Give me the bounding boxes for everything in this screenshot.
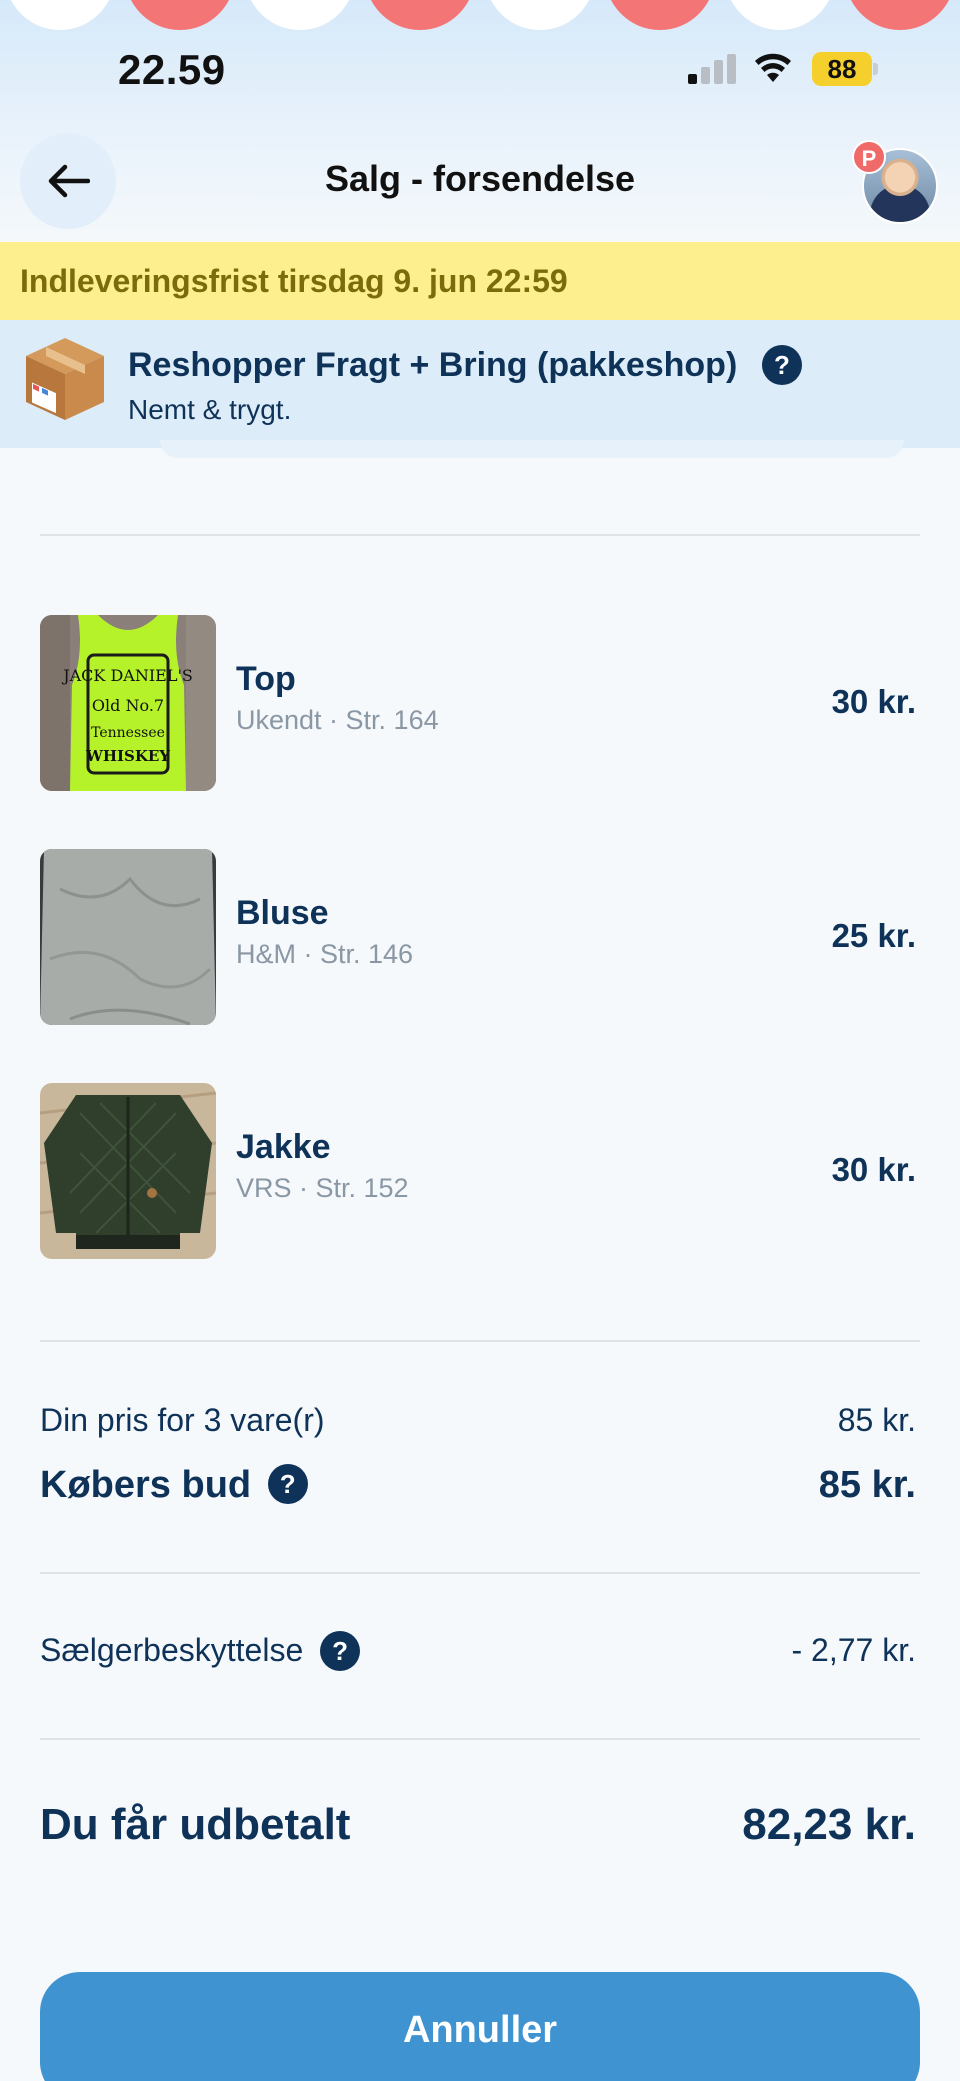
battery-level: 88 [812, 52, 872, 86]
shipping-card-tab [160, 440, 904, 458]
profile-avatar[interactable]: P [852, 140, 938, 226]
wifi-icon [752, 50, 794, 84]
item-brand-size: Ukendt · Str. 164 [236, 705, 439, 735]
item-name: Jakke [236, 1128, 331, 1166]
question-mark-icon: ? [762, 345, 802, 385]
shipping-title: Reshopper Fragt + Bring (pakkeshop) [128, 346, 738, 384]
your-price-label: Din pris for 3 vare(r) [40, 1402, 325, 1438]
payout-value: 82,23 kr. [742, 1800, 916, 1849]
list-item[interactable]: JACK DANIEL'S Old No.7 Tennessee WHISKEY… [40, 615, 920, 791]
buyer-bid-value: 85 kr. [818, 1464, 916, 1506]
buyer-bid-label: Købers bud [40, 1464, 252, 1506]
navigation-bar: Salg - forsendelse P [0, 130, 960, 230]
buyer-bid-row: Købers bud ? 85 kr. [40, 1463, 920, 1520]
item-price: 30 kr. [831, 683, 916, 720]
item-thumbnail-top: JACK DANIEL'S Old No.7 Tennessee WHISKEY [40, 615, 216, 791]
your-price-row: Din pris for 3 vare(r) 85 kr. [40, 1402, 920, 1446]
decorative-circles [0, 0, 960, 30]
item-thumbnail-bluse [40, 849, 216, 1025]
delivery-deadline-banner: Indleveringsfrist tirsdag 9. jun 22:59 [0, 242, 960, 320]
item-brand-size: VRS · Str. 152 [236, 1173, 409, 1203]
item-thumbnail-jakke [40, 1083, 216, 1259]
item-price: 30 kr. [831, 1151, 916, 1188]
payout-label: Du får udbetalt [40, 1800, 351, 1849]
status-time: 22.59 [118, 46, 226, 93]
divider [40, 1572, 920, 1574]
item-name: Top [236, 660, 296, 698]
cellular-signal-icon [688, 54, 736, 84]
cancel-button[interactable]: Annuller [40, 1972, 920, 2081]
shipping-subtitle: Nemt & trygt. [128, 394, 292, 425]
package-box-icon [26, 338, 104, 420]
svg-text:Old No.7: Old No.7 [92, 696, 164, 715]
item-price: 25 kr. [831, 917, 916, 954]
item-name: Bluse [236, 894, 329, 932]
buyer-bid-label-wrap: Købers bud ? [40, 1463, 308, 1507]
svg-text:JACK DANIEL'S: JACK DANIEL'S [61, 666, 193, 685]
list-item[interactable]: Jakke VRS · Str. 152 30 kr. [40, 1083, 920, 1259]
list-item[interactable]: Bluse H&M · Str. 146 25 kr. [40, 849, 920, 1025]
seller-protection-row: Sælgerbeskyttelse ? - 2,77 kr. [40, 1630, 920, 1682]
status-bar: 22.59 88 [0, 40, 960, 100]
svg-text:Tennessee: Tennessee [91, 725, 165, 741]
battery-icon: 88 [812, 52, 878, 86]
divider [40, 1340, 920, 1342]
item-brand-size: H&M · Str. 146 [236, 939, 414, 969]
seller-protection-label: Sælgerbeskyttelse [40, 1632, 304, 1668]
seller-protection-label-wrap: Sælgerbeskyttelse ? [40, 1630, 361, 1673]
seller-protection-value: - 2,77 kr. [791, 1632, 917, 1668]
your-price-value: 85 kr. [837, 1402, 916, 1438]
page-title: Salg - forsendelse [324, 158, 636, 199]
divider [40, 1738, 920, 1740]
avatar-badge: P [852, 140, 886, 174]
divider [40, 534, 920, 536]
payout-row: Du får udbetalt 82,23 kr. [40, 1800, 920, 1860]
shipping-help-button[interactable]: ? [762, 345, 802, 385]
question-mark-icon[interactable]: ? [320, 1630, 361, 1671]
shipping-method-card[interactable]: Reshopper Fragt + Bring (pakkeshop) Nemt… [0, 320, 960, 448]
question-mark-icon[interactable]: ? [267, 1463, 308, 1504]
svg-text:WHISKEY: WHISKEY [85, 747, 170, 765]
